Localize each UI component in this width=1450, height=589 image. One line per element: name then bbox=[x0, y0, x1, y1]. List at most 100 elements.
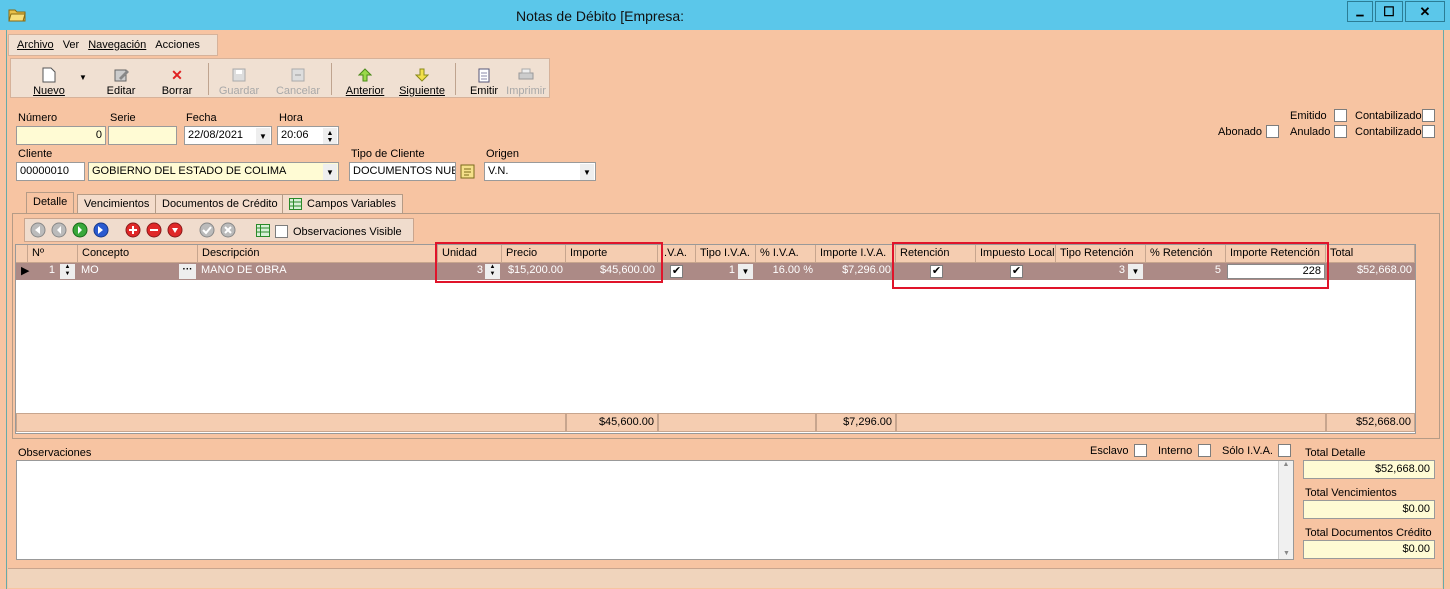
cliente-dropdown-icon[interactable]: ▼ bbox=[323, 164, 337, 180]
contabilizado-2-checkbox[interactable] bbox=[1422, 125, 1435, 138]
tab-campos-variables[interactable]: Campos Variables bbox=[282, 194, 404, 214]
total-detalle-label: Total Detalle bbox=[1305, 447, 1366, 459]
cancelar-button[interactable]: Cancelar bbox=[273, 61, 323, 97]
contabilizado-checkbox[interactable] bbox=[1422, 109, 1435, 122]
borrar-label: Borrar bbox=[161, 85, 193, 97]
col-tipo-iva[interactable]: Tipo I.V.A. bbox=[696, 245, 756, 263]
delete-record-icon[interactable] bbox=[146, 222, 162, 241]
cell-concepto[interactable]: MO bbox=[78, 263, 178, 280]
nuevo-button[interactable]: Nuevo bbox=[25, 61, 73, 97]
cell-total[interactable]: $52,668.00 bbox=[1326, 263, 1415, 280]
cancel-record-icon[interactable] bbox=[220, 222, 236, 241]
menu-archivo[interactable]: Archivo bbox=[17, 39, 54, 51]
cliente-nombre-combo[interactable]: GOBIERNO DEL ESTADO DE COLIMA ▼ bbox=[88, 162, 339, 181]
menu-acciones[interactable]: Acciones bbox=[155, 39, 200, 51]
edit-record-icon[interactable] bbox=[167, 222, 183, 241]
menu-navegacion[interactable]: Navegación bbox=[88, 39, 146, 51]
tipo-iva-dropdown-icon[interactable]: ▼ bbox=[738, 264, 753, 279]
col-num[interactable]: Nº bbox=[28, 245, 78, 263]
tab-vencimientos[interactable]: Vencimientos bbox=[77, 194, 157, 214]
maximize-button[interactable]: ☐ bbox=[1375, 1, 1403, 22]
footer-importe: $45,600.00 bbox=[566, 413, 658, 432]
interno-checkbox[interactable] bbox=[1198, 444, 1211, 457]
arrow-up-icon bbox=[356, 67, 374, 83]
prior-record-icon[interactable] bbox=[51, 222, 67, 241]
navigator-buttons: Observaciones Visible bbox=[30, 222, 402, 241]
siguiente-label: Siguiente bbox=[399, 85, 445, 97]
last-record-icon[interactable] bbox=[93, 222, 109, 241]
scroll-up-icon[interactable]: ▲ bbox=[1279, 461, 1293, 468]
col-importe-iva[interactable]: Importe I.V.A. bbox=[816, 245, 896, 263]
siguiente-button[interactable]: Siguiente bbox=[395, 61, 449, 97]
col-total[interactable]: Total bbox=[1326, 245, 1415, 263]
cell-pct-iva[interactable]: 16.00 % bbox=[756, 263, 816, 280]
anulado-checkbox[interactable] bbox=[1334, 125, 1347, 138]
scroll-down-icon[interactable]: ▼ bbox=[1279, 550, 1294, 557]
hora-value: 20:06 bbox=[281, 129, 309, 141]
new-document-icon bbox=[40, 67, 58, 83]
esclavo-checkbox[interactable] bbox=[1134, 444, 1147, 457]
num-spinner-icon[interactable]: ▲ ▼ bbox=[60, 264, 75, 279]
emitido-checkbox[interactable] bbox=[1334, 109, 1347, 122]
insert-record-icon[interactable] bbox=[125, 222, 141, 241]
emitir-button[interactable]: Emitir bbox=[463, 61, 505, 97]
tipo-cliente-label: Tipo de Cliente bbox=[351, 148, 425, 160]
next-record-icon[interactable] bbox=[72, 222, 88, 241]
calendar-dropdown-icon[interactable]: ▼ bbox=[256, 128, 270, 144]
hora-input[interactable]: 20:06 ▲ ▼ bbox=[277, 126, 339, 145]
hora-label: Hora bbox=[279, 112, 303, 124]
solo-iva-checkbox[interactable] bbox=[1278, 444, 1291, 457]
status-bar bbox=[8, 568, 1442, 588]
nuevo-label: Nuevo bbox=[33, 85, 65, 97]
post-record-icon[interactable] bbox=[199, 222, 215, 241]
observaciones-scrollbar[interactable]: ▲ ▼ bbox=[1278, 461, 1293, 559]
col-descripcion[interactable]: Descripción bbox=[198, 245, 438, 263]
lookup-icon[interactable] bbox=[460, 164, 475, 179]
close-button[interactable]: ✕ bbox=[1405, 1, 1445, 22]
cliente-codigo-input[interactable]: 00000010 bbox=[16, 162, 85, 181]
document-icon bbox=[475, 67, 493, 83]
tab-documentos-credito[interactable]: Documentos de Crédito bbox=[155, 194, 285, 214]
col-pct-iva[interactable]: % I.V.A. bbox=[756, 245, 816, 263]
concepto-ellipsis-button[interactable]: ··· bbox=[179, 264, 196, 279]
maximize-icon: ☐ bbox=[1383, 3, 1395, 19]
fecha-input[interactable]: 22/08/2021 ▼ bbox=[184, 126, 272, 145]
cell-importe-iva[interactable]: $7,296.00 bbox=[816, 263, 894, 280]
editar-button[interactable]: Editar bbox=[99, 61, 143, 97]
menu-ver[interactable]: Ver bbox=[63, 39, 80, 51]
col-iva[interactable]: I.V.A. bbox=[658, 245, 696, 263]
grid-columns-icon[interactable] bbox=[256, 223, 270, 240]
serie-input[interactable] bbox=[108, 126, 177, 145]
footer-blank-3 bbox=[896, 413, 1326, 432]
hora-spinner-icon[interactable]: ▲ ▼ bbox=[323, 128, 337, 144]
emitido-label: Emitido bbox=[1290, 110, 1327, 122]
observaciones-visible-checkbox[interactable] bbox=[275, 225, 288, 238]
esclavo-label: Esclavo bbox=[1090, 445, 1129, 457]
tab-detalle[interactable]: Detalle bbox=[26, 192, 75, 214]
anterior-label: Anterior bbox=[345, 85, 385, 97]
first-record-icon[interactable] bbox=[30, 222, 46, 241]
cell-descripcion[interactable]: MANO DE OBRA bbox=[198, 263, 438, 280]
cell-num[interactable]: 1 bbox=[28, 263, 58, 280]
origen-dropdown-icon[interactable]: ▼ bbox=[580, 164, 594, 180]
origen-combo[interactable]: V.N. ▼ bbox=[484, 162, 596, 181]
guardar-button[interactable]: Guardar bbox=[215, 61, 263, 97]
abonado-checkbox[interactable] bbox=[1266, 125, 1279, 138]
imprimir-button[interactable]: Imprimir bbox=[505, 61, 547, 97]
footer-total: $52,668.00 bbox=[1326, 413, 1415, 432]
numero-input[interactable]: 0 bbox=[16, 126, 106, 145]
anterior-button[interactable]: Anterior bbox=[339, 61, 391, 97]
iva-checkbox[interactable]: ✔ bbox=[670, 265, 683, 278]
observaciones-textarea[interactable] bbox=[16, 460, 1294, 560]
nuevo-dropdown-icon[interactable]: ▼ bbox=[79, 73, 87, 82]
cancelar-label: Cancelar bbox=[275, 85, 321, 97]
cell-tipo-iva[interactable]: 1 bbox=[696, 263, 738, 280]
col-concepto[interactable]: Concepto bbox=[78, 245, 198, 263]
minimize-button[interactable]: ▁ bbox=[1347, 1, 1373, 22]
borrar-button[interactable]: ✕ Borrar bbox=[155, 61, 199, 98]
menu-bar: Archivo Ver Navegación Acciones bbox=[8, 34, 218, 56]
tab-campos-variables-label: Campos Variables bbox=[307, 198, 397, 210]
highlight-box-retencion bbox=[892, 242, 1329, 289]
tipo-cliente-input[interactable]: DOCUMENTOS NUEV bbox=[349, 162, 456, 181]
arrow-down-icon bbox=[413, 67, 431, 83]
